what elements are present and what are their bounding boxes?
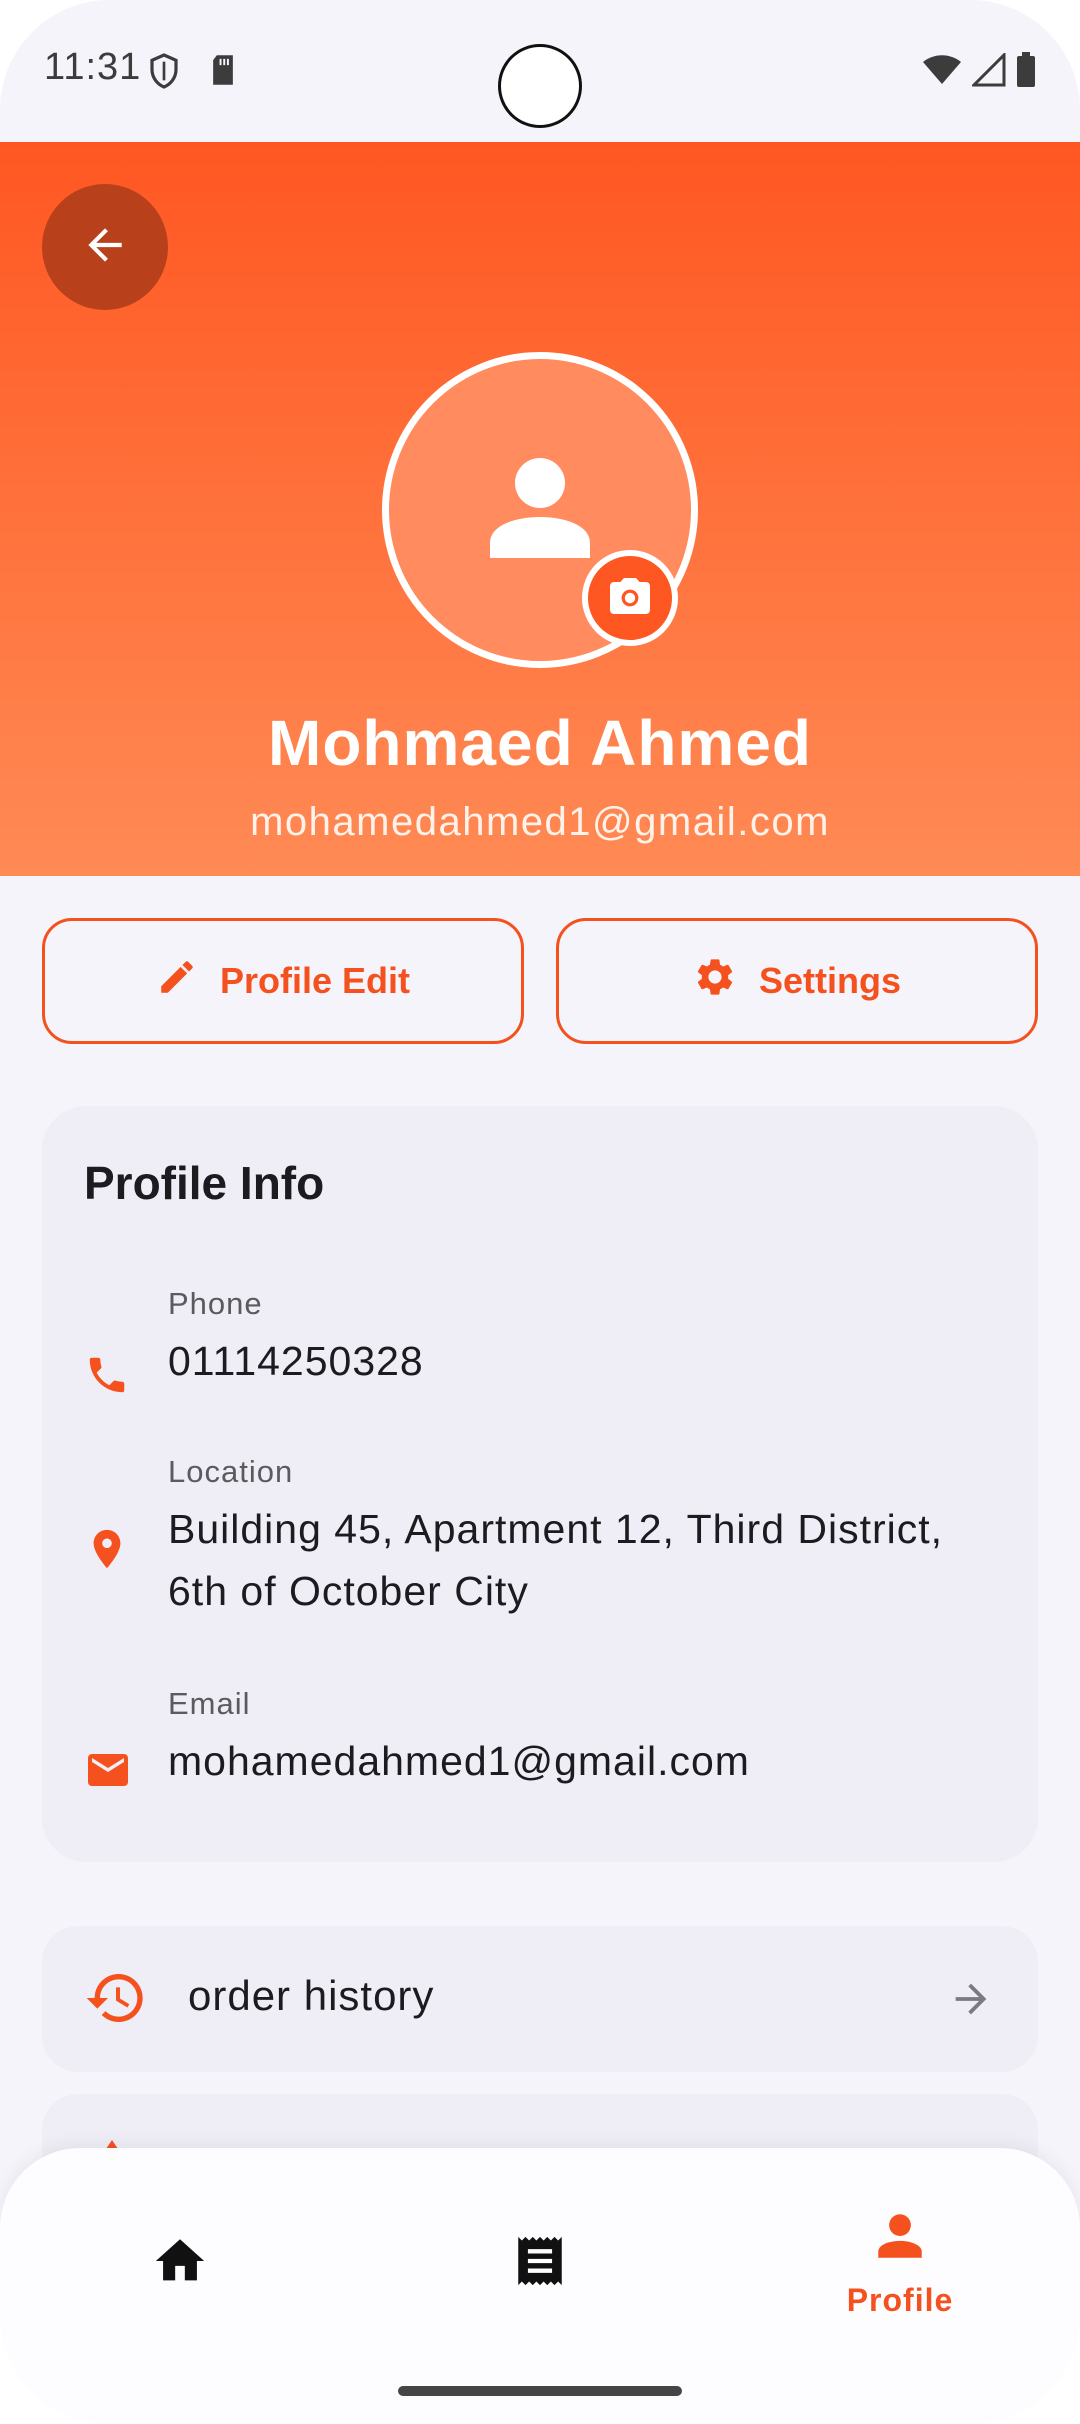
phone-label: Phone [168, 1286, 263, 1321]
profile-edit-label: Profile Edit [219, 960, 411, 1001]
location-pin-icon [84, 1524, 130, 1579]
profile-name: Mohmaed Ahmed [268, 707, 812, 779]
settings-button[interactable]: Settings [556, 918, 1038, 1044]
nav-home[interactable] [0, 2148, 360, 2378]
arrow-forward-icon [948, 1976, 994, 2027]
email-value: mohamedahmed1@gmail.com [168, 1738, 750, 1784]
location-value: Building 45, Apartment 12, Third Distric… [168, 1506, 944, 1614]
nav-profile-label: Profile [846, 2282, 954, 2318]
front-camera [498, 44, 582, 128]
signal-icon [970, 51, 1006, 92]
status-bar: 11:31 [0, 0, 1080, 142]
history-icon [84, 1966, 148, 2035]
phone-value: 01114250328 [168, 1338, 424, 1384]
phone-screen: 11:31 Mohmaed Ahmed mohamedahmed1@gmail.… [0, 0, 1080, 2424]
back-button[interactable] [42, 184, 168, 310]
arrow-back-icon [80, 220, 130, 275]
email-label: Email [168, 1686, 251, 1721]
change-photo-button[interactable] [582, 550, 678, 646]
status-time: 11:31 [44, 46, 142, 88]
order-history-label: order history [188, 1972, 435, 2019]
wifi-icon [922, 54, 962, 91]
location-label: Location [168, 1454, 294, 1489]
camera-icon [606, 572, 654, 625]
nav-profile[interactable]: Profile [720, 2148, 1080, 2378]
person-icon [871, 2207, 929, 2270]
gear-icon [693, 955, 737, 1008]
receipt-icon [511, 2232, 569, 2295]
profile-email: mohamedahmed1@gmail.com [250, 800, 830, 844]
profile-edit-button[interactable]: Profile Edit [42, 918, 524, 1044]
home-icon [151, 2232, 209, 2295]
person-icon [480, 448, 600, 573]
home-indicator[interactable] [398, 2386, 682, 2396]
nav-orders[interactable] [360, 2148, 720, 2378]
settings-label: Settings [758, 960, 901, 1001]
profile-info-title: Profile Info [84, 1157, 325, 1209]
pencil-icon [156, 956, 198, 1007]
bottom-navigation: Profile [0, 2148, 1080, 2424]
mail-icon [84, 1746, 132, 1799]
shield-icon [148, 52, 180, 95]
phone-icon [84, 1352, 130, 1403]
battery-icon [1016, 52, 1036, 93]
profile-info-card: Profile Info Phone 01114250328 Location … [42, 1106, 1038, 1862]
sd-card-icon [210, 54, 236, 91]
order-history-item[interactable]: order history [42, 1926, 1038, 2072]
